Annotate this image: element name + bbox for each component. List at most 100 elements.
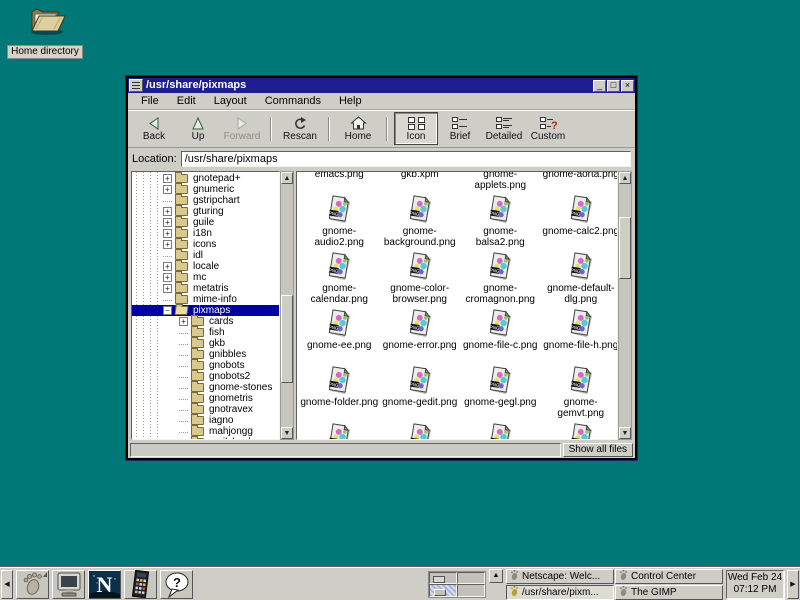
file-gnome-file-h.png[interactable]: PNG gnome-file-h.png (541, 308, 619, 365)
file-gnome-error.png[interactable]: PNG gnome-error.png (380, 308, 461, 365)
tree-scrollbar[interactable]: ▲ ▼ (280, 171, 294, 440)
file-gnome-audio2.png[interactable]: PNG gnome-audio2.png (299, 194, 380, 251)
file-gnome-background.png[interactable]: PNG gnome-background.png (380, 194, 461, 251)
file-emacs.png[interactable]: PNG emacs.png (299, 171, 380, 194)
location-input[interactable] (181, 151, 631, 167)
toolbar-rescan-button[interactable]: Rescan (278, 112, 322, 145)
file-gnome-default-dlg.png[interactable]: PNG gnome-default-dlg.png (541, 251, 619, 308)
file-gnome-calc2.png[interactable]: PNG gnome-calc2.png (541, 194, 619, 251)
titlebar[interactable]: /usr/share/pixmaps _ □ × (128, 78, 635, 93)
tree-item-gnobots2[interactable]: gnobots2 (132, 371, 279, 382)
menu-commands[interactable]: Commands (256, 93, 330, 109)
file-gnome-gedit.png[interactable]: PNG gnome-gedit.png (380, 365, 461, 422)
file-gnome-ee.png[interactable]: PNG gnome-ee.png (299, 308, 380, 365)
file-unnamed[interactable]: PNG (380, 422, 461, 440)
pager-desktop-1[interactable] (429, 572, 457, 585)
tree-item-pixmaps[interactable]: −pixmaps (132, 305, 279, 316)
task-button-netscape-welc-[interactable]: Netscape: Welc... (506, 569, 614, 584)
tree-item-gnumeric[interactable]: +gnumeric (132, 184, 279, 195)
toolbar-forward-button[interactable]: Forward (220, 112, 264, 145)
icon-panel-scrollbar[interactable]: ▲ ▼ (618, 171, 632, 440)
toolbar-icon-button[interactable]: Icon (394, 112, 438, 145)
toolbar-up-button[interactable]: Up (176, 112, 220, 145)
expand-plus-icon[interactable]: + (163, 185, 172, 194)
task-button--usr-share-pixm-[interactable]: /usr/share/pixm... (506, 585, 614, 600)
tree-item-gnotravex[interactable]: gnotravex (132, 404, 279, 415)
expand-plus-icon[interactable]: + (163, 229, 172, 238)
tasklist-popup-button[interactable]: ▲ (489, 569, 503, 583)
tree-item-i18n[interactable]: +i18n (132, 228, 279, 239)
file-gnome-folder.png[interactable]: PNG gnome-folder.png (299, 365, 380, 422)
file-gnome-color-browser.png[interactable]: PNG gnome-color-browser.png (380, 251, 461, 308)
scroll-up-icon[interactable]: ▲ (619, 172, 631, 184)
file-gkb.xpm[interactable]: PNG gkb.xpm (380, 171, 461, 194)
expand-plus-icon[interactable]: + (163, 284, 172, 293)
tree-item-gturing[interactable]: +gturing (132, 206, 279, 217)
tree-item-gnotepad+[interactable]: +gnotepad+ (132, 173, 279, 184)
tree-item-guile[interactable]: +guile (132, 217, 279, 228)
menu-help[interactable]: Help (330, 93, 371, 109)
file-gnome-file-c.png[interactable]: PNG gnome-file-c.png (460, 308, 541, 365)
panel-hide-left-button[interactable]: ◀ (1, 570, 13, 599)
menu-layout[interactable]: Layout (205, 93, 256, 109)
file-unnamed[interactable]: PNG (460, 422, 541, 440)
calculator-launcher[interactable] (124, 570, 157, 599)
maximize-button[interactable]: □ (607, 80, 620, 92)
file-gnome-aorta.png[interactable]: PNG gnome-aorta.png (541, 171, 619, 194)
tree-item-cards[interactable]: +cards (132, 316, 279, 327)
file-gnome-balsa2.png[interactable]: PNG gnome-balsa2.png (460, 194, 541, 251)
tree-item-metatris[interactable]: +metatris (132, 283, 279, 294)
toolbar-detailed-button[interactable]: Detailed (482, 112, 526, 145)
icon-scrollbar-thumb[interactable] (619, 217, 631, 278)
tree-item-iagno[interactable]: iagno (132, 415, 279, 426)
file-gnome-applets.png[interactable]: PNG gnome-applets.png (460, 171, 541, 194)
toolbar-custom-button[interactable]: ?Custom (526, 112, 570, 145)
task-button-control-center[interactable]: Control Center (615, 569, 723, 584)
expand-plus-icon[interactable]: + (163, 207, 172, 216)
show-all-files-button[interactable]: Show all files (563, 443, 633, 457)
expand-plus-icon[interactable]: + (179, 317, 188, 326)
gnome-main-menu-button[interactable] (16, 570, 49, 599)
toolbar-back-button[interactable]: Back (132, 112, 176, 145)
task-button-the-gimp[interactable]: The GIMP (615, 585, 723, 600)
file-unnamed[interactable]: PNG (299, 422, 380, 440)
desktop-icon-home-directory[interactable]: Home directory (6, 4, 84, 59)
tree-item-fish[interactable]: fish (132, 327, 279, 338)
file-icon-view[interactable]: PNG emacs.png PNG gkb.xpm PNG g (296, 171, 618, 440)
scroll-down-icon[interactable]: ▼ (281, 427, 293, 439)
scroll-up-icon[interactable]: ▲ (281, 172, 293, 184)
file-gnome-calendar.png[interactable]: PNG gnome-calendar.png (299, 251, 380, 308)
file-gnome-cromagnon.png[interactable]: PNG gnome-cromagnon.png (460, 251, 541, 308)
tree-scrollbar-thumb[interactable] (281, 295, 293, 383)
tree-item-mc[interactable]: +mc (132, 272, 279, 283)
toolbar-brief-button[interactable]: Brief (438, 112, 482, 145)
expand-plus-icon[interactable]: + (163, 174, 172, 183)
tree-item-gnometris[interactable]: gnometris (132, 393, 279, 404)
expand-plus-icon[interactable]: + (163, 262, 172, 271)
expand-plus-icon[interactable]: + (163, 240, 172, 249)
pager-desktop-2[interactable] (457, 572, 485, 585)
clock-applet[interactable]: Wed Feb 24 07:12 PM (726, 570, 784, 599)
close-button[interactable]: × (621, 80, 634, 92)
menu-edit[interactable]: Edit (168, 93, 205, 109)
expand-plus-icon[interactable]: + (163, 218, 172, 227)
file-unnamed[interactable]: PNG (541, 422, 619, 440)
tree-item-mahjongg[interactable]: mahjongg (132, 426, 279, 437)
tree-item-icons[interactable]: +icons (132, 239, 279, 250)
scroll-down-icon[interactable]: ▼ (619, 427, 631, 439)
help-launcher[interactable]: ? (160, 570, 193, 599)
terminal-launcher[interactable] (52, 570, 85, 599)
tree-item-gnome-stones[interactable]: gnome-stones (132, 382, 279, 393)
tree-item-gkb[interactable]: gkb (132, 338, 279, 349)
tree-item-gstripchart[interactable]: gstripchart (132, 195, 279, 206)
desktop-pager[interactable] (428, 571, 486, 598)
tree-item-mailcheck[interactable]: mailcheck (132, 437, 279, 440)
expand-plus-icon[interactable]: + (163, 273, 172, 282)
toolbar-home-button[interactable]: Home (336, 112, 380, 145)
file-gnome-gegl.png[interactable]: PNG gnome-gegl.png (460, 365, 541, 422)
tree-item-mime-info[interactable]: mime-info (132, 294, 279, 305)
tree-item-locale[interactable]: +locale (132, 261, 279, 272)
panel-hide-right-button[interactable]: ▶ (787, 570, 799, 599)
tree-item-gnibbles[interactable]: gnibbles (132, 349, 279, 360)
menu-file[interactable]: File (132, 93, 168, 109)
